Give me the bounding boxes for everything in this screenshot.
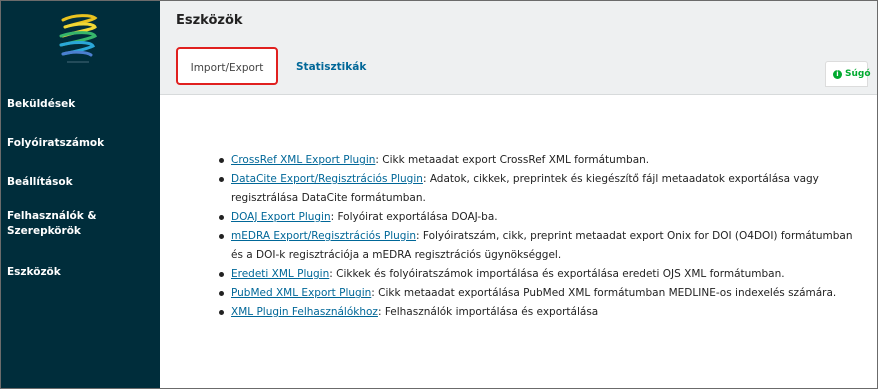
plugin-link[interactable]: XML Plugin Felhasználókhoz xyxy=(231,306,378,318)
sidebar-item-submissions[interactable]: Beküldések xyxy=(7,97,75,112)
plugin-link[interactable]: mEDRA Export/Regisztrációs Plugin xyxy=(231,230,416,242)
main-content: CrossRef XML Export Plugin: Cikk metaada… xyxy=(160,95,877,388)
plugin-description: : Felhasználók importálása és exportálás… xyxy=(377,306,599,318)
tab-statistics[interactable]: Statisztikák xyxy=(296,61,366,73)
page-header: Eszközök Import/Export Statisztikák i Sú… xyxy=(160,1,877,95)
plugin-description: : Cikk metaadat exportálása PubMed XML f… xyxy=(371,287,837,299)
sidebar: Beküldések Folyóiratszámok Beállítások F… xyxy=(1,1,160,388)
plugin-description: : Cikkek és folyóiratszámok importálása … xyxy=(329,268,785,280)
info-icon: i xyxy=(833,70,842,79)
plugin-link[interactable]: Eredeti XML Plugin xyxy=(231,268,329,280)
page-title: Eszközök xyxy=(176,13,243,28)
tab-import-export-label: Import/Export xyxy=(190,62,264,74)
app-window: Beküldések Folyóiratszámok Beállítások F… xyxy=(0,0,878,389)
plugin-description: : Cikk metaadat export CrossRef XML form… xyxy=(375,154,650,166)
plugin-list: CrossRef XML Export Plugin: Cikk metaada… xyxy=(214,151,854,322)
plugin-link[interactable]: PubMed XML Export Plugin xyxy=(231,287,371,299)
sidebar-item-roles-label: Szerepkörök xyxy=(7,225,81,237)
sidebar-item-settings[interactable]: Beállítások xyxy=(7,175,73,190)
list-item: CrossRef XML Export Plugin: Cikk metaada… xyxy=(214,151,854,170)
plugin-link[interactable]: CrossRef XML Export Plugin xyxy=(231,154,375,166)
help-label: Súgó xyxy=(845,69,871,79)
sidebar-item-users-label: Felhasználók & xyxy=(7,210,97,222)
list-item: mEDRA Export/Regisztrációs Plugin: Folyó… xyxy=(214,227,854,265)
list-item: DataCite Export/Regisztrációs Plugin: Ad… xyxy=(214,170,854,208)
ojs-logo-icon[interactable] xyxy=(51,11,105,67)
list-item: XML Plugin Felhasználókhoz: Felhasználók… xyxy=(214,303,854,322)
plugin-description: : Folyóirat exportálása DOAJ-ba. xyxy=(330,211,498,223)
plugin-link[interactable]: DOAJ Export Plugin xyxy=(231,211,331,223)
tab-import-export[interactable]: Import/Export xyxy=(176,47,278,85)
sidebar-item-issues[interactable]: Folyóiratszámok xyxy=(7,136,104,151)
help-button[interactable]: i Súgó xyxy=(825,61,871,87)
sidebar-item-users-roles[interactable]: Felhasználók & Szerepkörök xyxy=(7,209,97,239)
list-item: DOAJ Export Plugin: Folyóirat exportálás… xyxy=(214,208,854,227)
list-item: Eredeti XML Plugin: Cikkek és folyóirats… xyxy=(214,265,854,284)
list-item: PubMed XML Export Plugin: Cikk metaadat … xyxy=(214,284,854,303)
plugin-link[interactable]: DataCite Export/Regisztrációs Plugin xyxy=(231,173,423,185)
sidebar-item-tools[interactable]: Eszközök xyxy=(7,265,61,280)
